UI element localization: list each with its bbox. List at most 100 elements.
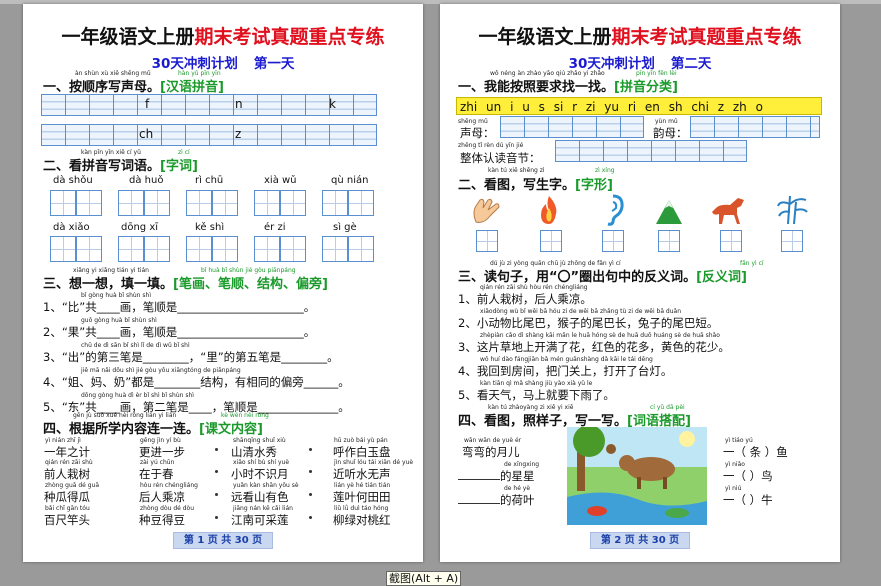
pinyin-annotation: kàn tiān qì mǎ shàng jiù yào xià yǔ le [480, 380, 593, 387]
pinyin-annotation: yùn mǔ [655, 118, 678, 125]
mountain-icon [656, 200, 682, 224]
pinyin-annotation: de xīngxing [504, 461, 540, 468]
grid-letter: f [145, 97, 150, 111]
section-1-heading: 一、按顺序写声母。[汉语拼音] [43, 80, 224, 95]
match-item[interactable]: 小时不识月 [231, 466, 289, 482]
measure-word-blank[interactable]: 一（ ）牛 [723, 492, 773, 508]
pinyin-annotation: kàn tú xiě shēng zì [488, 167, 545, 174]
question-line: 3、“出”的第三笔是________，“里”的第五笔是________。 [43, 350, 339, 364]
match-item[interactable]: 山清水秀 [231, 444, 277, 460]
section-1-heading: 一、我能按照要求找一找。[拼音分类] [458, 80, 678, 95]
pinyin-word: dà huǒ [129, 175, 164, 186]
pinyin-annotation: yì niú [725, 485, 742, 492]
label-yunmu: 韵母： [653, 126, 688, 140]
pinyin-word: qù nián [331, 175, 369, 186]
pinyin-word: dōng xī [121, 222, 159, 233]
grid-letter: k [329, 97, 336, 111]
pinyin-source-bar: zhi un i u s si r zi yu ri en sh chi z z… [456, 97, 822, 115]
writing-grid[interactable] [500, 116, 644, 138]
scene-illustration [567, 427, 707, 525]
page-footer: 第 1 页 共 30 页 [173, 532, 273, 549]
question-line: 1、“比”共____画，笔顺是______________________。 [43, 300, 316, 314]
pinyin-annotation: xiǎodòng wù bǐ wěi bā hóu zi de wěi bā z… [480, 308, 682, 315]
match-item[interactable]: 更进一步 [139, 444, 185, 460]
pinyin-word: dà xiǎo [53, 222, 90, 233]
label-zhengti: 整体认读音节： [460, 151, 541, 165]
pinyin-annotation: zhèpiàn cǎo dì shàng kāi mǎn le huā hóng… [480, 332, 720, 339]
pinyin-annotation: yì niǎo [725, 461, 745, 468]
match-item[interactable]: 种瓜得瓜 [44, 489, 90, 505]
grid-letter: ch [139, 127, 154, 141]
match-item[interactable]: 江南可采莲 [231, 512, 289, 528]
section-2-heading: 二、看图，写生字。[字形] [458, 178, 613, 193]
match-item[interactable]: 呼作白玉盘 [333, 444, 391, 460]
match-item[interactable]: 种豆得豆 [139, 512, 185, 528]
pinyin-annotation: wān wān de yuè ér [464, 437, 522, 444]
match-item[interactable]: 百尺竿头 [44, 512, 90, 528]
writing-grid[interactable] [555, 140, 747, 162]
phrase-example: 弯弯的月儿 [462, 445, 520, 459]
writing-grid[interactable] [690, 116, 820, 138]
page-footer: 第 2 页 共 30 页 [590, 532, 690, 549]
match-item[interactable]: 远看山有色 [231, 489, 289, 505]
page-subtitle: 30天冲刺计划 第一天 [23, 52, 423, 72]
match-item[interactable]: 近听水无声 [333, 466, 391, 482]
document-page-2: 一年级语文上册期末考试真题重点专练 30天冲刺计划 第二天 wǒ néng àn … [440, 4, 840, 562]
day-label: 第一天 [253, 56, 295, 72]
sentence-line: 2、小动物比尾巴，猴子的尾巴长，兔子的尾巴短。 [458, 316, 719, 330]
phrase-blank[interactable]: 的荷叶 [458, 492, 535, 508]
pinyin-annotation: yì tiáo yú [725, 437, 753, 444]
bamboo-icon [777, 195, 808, 225]
pinyin-annotation: shēng mǔ [458, 118, 488, 125]
page-title: 一年级语文上册期末考试真题重点专练 [23, 22, 423, 49]
document-page-1: 一年级语文上册期末考试真题重点专练 30天冲刺计划 第一天 àn shùn xù … [23, 4, 423, 562]
sentence-line: 3、这片草地上开满了花，红色的花多，黄色的花少。 [458, 340, 730, 354]
pinyin-annotation: chū de dì sān bǐ shì lǐ de dì wǔ bǐ shì [81, 342, 190, 349]
pinyin-annotation: wǒ huí dào fángjiān bǎ mén guānshàng dǎ … [480, 356, 653, 363]
sentence-line: 5、看天气，马上就要下雨了。 [458, 388, 615, 402]
pinyin-annotation: guǒ gòng huà bǐ shùn shì [81, 317, 157, 324]
match-item[interactable]: 在于春 [139, 466, 174, 482]
match-item[interactable]: 后人乘凉 [139, 489, 185, 505]
question-line: 2、“果”共____画，笔顺是______________________。 [43, 325, 316, 339]
section-4-heading: 四、根据所学内容连一连。[课文内容] [43, 422, 263, 437]
match-item[interactable]: 莲叶何田田 [333, 489, 391, 505]
sentence-line: 4、我回到房间，把门关上，打开了台灯。 [458, 364, 673, 378]
title-red-part: 期末考试真题重点专练 [611, 26, 802, 48]
measure-word-example: 一（ 条 ）鱼 [723, 445, 788, 459]
title-black-part: 一年级语文上册 [478, 26, 612, 48]
match-item[interactable]: 柳绿对桃红 [333, 512, 391, 528]
fire-icon [541, 196, 557, 224]
writing-grid [41, 124, 377, 146]
horse-icon [712, 198, 744, 224]
match-item[interactable]: 前人栽树 [44, 466, 90, 482]
title-red-part: 期末考试真题重点专练 [194, 26, 385, 48]
measure-word-blank[interactable]: 一（ ）鸟 [723, 468, 773, 484]
pinyin-annotation: jiě mā nǎi dōu shì jié gòu yǒu xiāngtóng… [81, 367, 241, 374]
hand-icon [473, 198, 500, 223]
match-item[interactable]: 一年之计 [44, 444, 90, 460]
pinyin-word: kě shì [195, 222, 225, 233]
label-shengmu: 声母： [460, 126, 495, 140]
pinyin-annotation: dōng gòng huà dì èr bǐ shì bǐ shùn shì [81, 392, 194, 399]
phrase-blank[interactable]: 的星星 [458, 468, 535, 484]
pinyin-word: dà shǒu [53, 175, 93, 186]
pinyin-annotation: bǐ gòng huà bǐ shùn shì [81, 292, 151, 299]
writing-grid [41, 94, 377, 116]
section-3-heading: 三、想一想，填一填。[笔画、笔顺、结构、偏旁] [43, 277, 328, 292]
pinyin-annotation: zhěng tǐ rèn dú yīn jié [458, 142, 524, 149]
sentence-line: 1、前人栽树，后人乘凉。 [458, 292, 592, 306]
title-black-part: 一年级语文上册 [61, 26, 195, 48]
pinyin-word: rì chū [195, 175, 224, 186]
grid-letter: n [235, 97, 243, 111]
pinyin-annotation: de hé yè [504, 485, 531, 492]
ear-icon [607, 194, 624, 226]
section-3-heading: 三、读句子，用“〇”圈出句中的反义词。[反义词] [458, 270, 747, 285]
grid-letter: z [235, 127, 242, 141]
page-subtitle: 30天冲刺计划 第二天 [440, 52, 840, 72]
pinyin-annotation: qián rén zāi shù hòu rén chéngliáng [480, 284, 588, 291]
question-line: 4、“姐、妈、奶”都是________结构，有相同的偏旁______。 [43, 375, 350, 389]
pinyin-word: xià wǔ [264, 175, 297, 186]
section-2-heading: 二、看拼音写词语。[字词] [43, 159, 198, 174]
pinyin-word: sì gè [333, 222, 357, 233]
